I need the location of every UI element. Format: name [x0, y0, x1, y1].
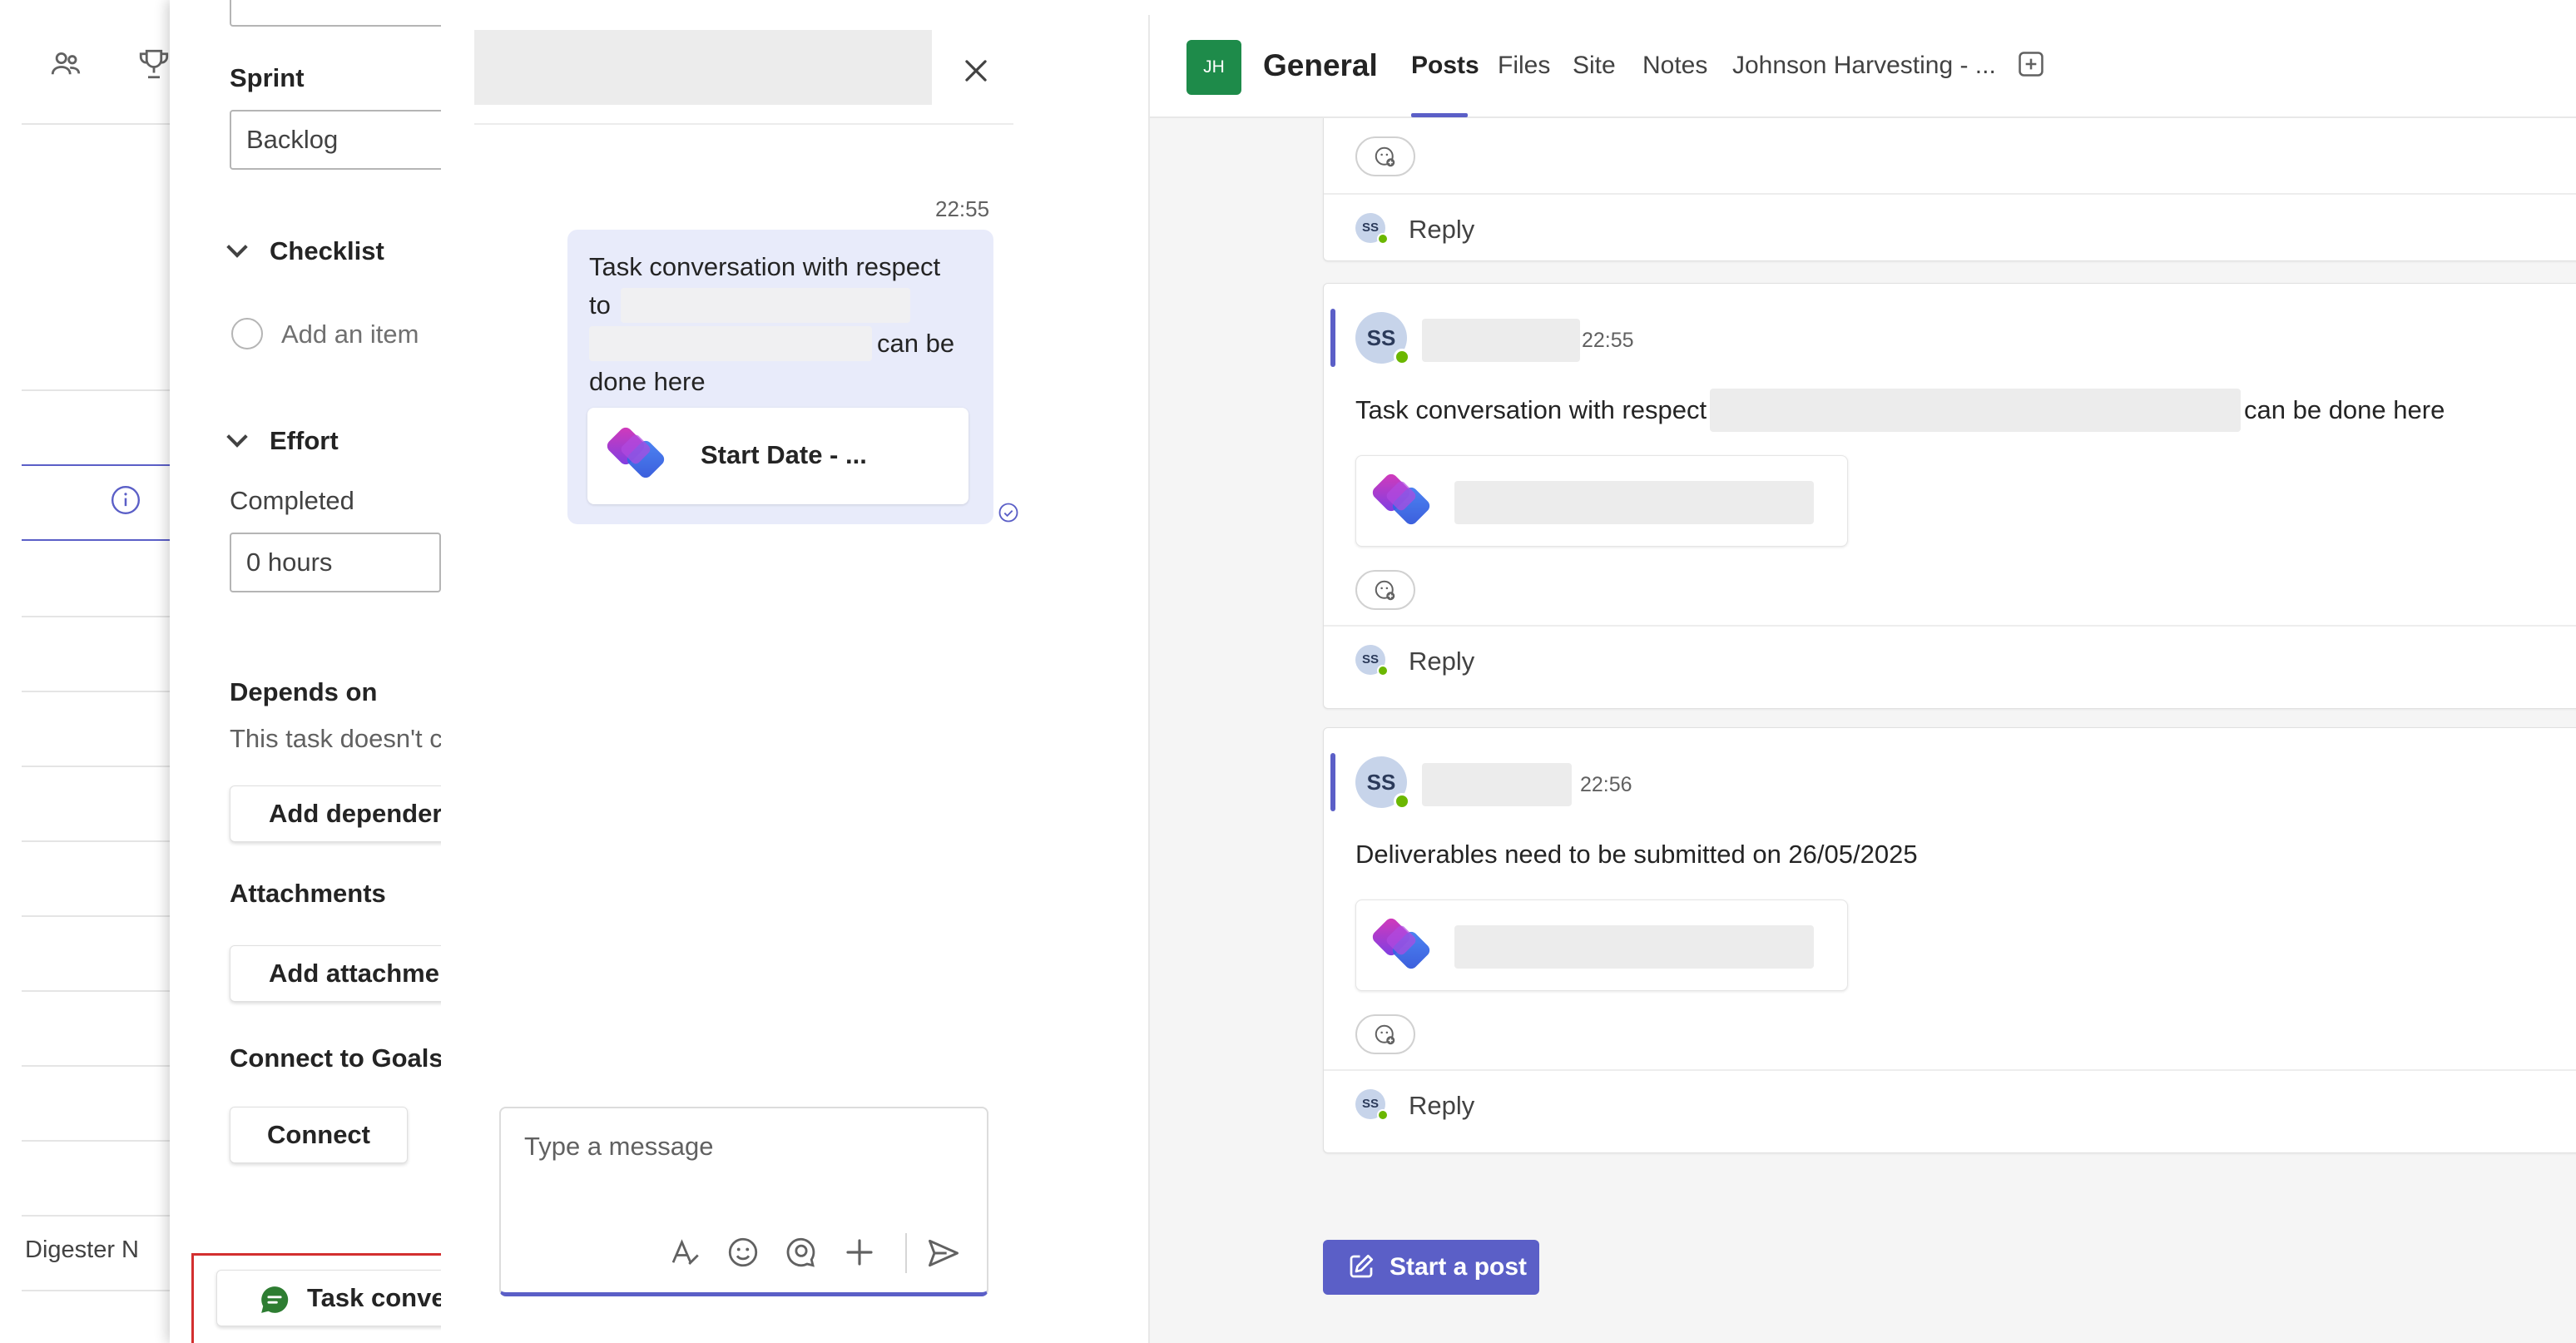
loop-card[interactable]	[1355, 455, 1848, 547]
avatar: SS	[1355, 213, 1389, 245]
chat-title-redacted	[474, 30, 932, 105]
loop-icon	[1372, 918, 1430, 969]
avatar[interactable]: SS	[1355, 756, 1410, 810]
connect-button[interactable]: Connect	[230, 1107, 408, 1163]
sticker-icon[interactable]	[784, 1235, 819, 1270]
task-chat-panel: 22:55 Task conversation with respect to …	[441, 0, 1023, 1343]
add-item-input[interactable]: Add an item	[281, 320, 419, 349]
depends-on-label: Depends on	[230, 677, 378, 706]
bubble-line-2: to	[589, 290, 611, 320]
tab-posts[interactable]: Posts	[1411, 52, 1479, 80]
attachments-label: Attachments	[230, 879, 386, 908]
digester-text: Digester N	[25, 1236, 139, 1263]
top-field-remnant	[230, 0, 441, 27]
seen-icon	[998, 503, 1018, 523]
chevron-down-icon	[226, 426, 248, 448]
loop-icon	[607, 427, 665, 478]
thread-post-2: SS 22:56 Deliverables need to be submitt…	[1323, 727, 2576, 1153]
message-compose-box[interactable]: Type a message	[499, 1107, 988, 1296]
thread-post-1: SS 22:55 Task conversation with respect …	[1323, 283, 2576, 709]
team-avatar[interactable]: JH	[1186, 40, 1241, 95]
add-reaction-button[interactable]	[1355, 1014, 1415, 1054]
reply-button[interactable]: Reply	[1409, 1091, 1474, 1121]
task-details-panel: Sprint Backlog Checklist Add an item Eff…	[170, 0, 441, 1343]
add-reaction-button[interactable]	[1355, 136, 1415, 176]
add-tab-icon[interactable]	[2015, 48, 2047, 80]
loop-card-title: Start Date - ...	[701, 440, 867, 469]
depends-on-text: This task doesn't c	[230, 724, 441, 753]
message-input[interactable]: Type a message	[524, 1132, 713, 1162]
author-name-redacted	[1422, 763, 1572, 806]
start-post-button[interactable]: Start a post	[1323, 1240, 1539, 1295]
chat-header-divider	[474, 123, 1013, 125]
add-reaction-icon	[1375, 580, 1395, 601]
channel-header: JH General Posts Files Site Notes Johnso…	[1150, 15, 2576, 118]
sprint-field[interactable]: Backlog	[230, 110, 441, 170]
close-icon[interactable]	[960, 55, 992, 87]
effort-toggle[interactable]: Effort	[226, 426, 339, 456]
checklist-toggle[interactable]: Checklist	[226, 236, 384, 266]
emoji-icon[interactable]	[726, 1235, 760, 1270]
post-text-redacted	[1710, 389, 2241, 432]
teams-channel: JH General Posts Files Site Notes Johnso…	[1148, 15, 2576, 1343]
post-time: 22:55	[1582, 329, 1634, 352]
bubble-line-3: can be	[877, 329, 955, 358]
chevron-down-icon	[226, 236, 248, 258]
start-post-label: Start a post	[1390, 1253, 1528, 1281]
author-name-redacted	[1422, 319, 1580, 362]
compose-divider	[905, 1233, 907, 1273]
add-dependency-button[interactable]: Add depender	[230, 785, 441, 842]
loop-card[interactable]: Start Date - ...	[587, 408, 968, 504]
add-attachment-button[interactable]: Add attachme	[230, 945, 441, 1002]
tab-notes[interactable]: Notes	[1642, 52, 1707, 80]
message-time: 22:55	[935, 196, 990, 221]
sprint-label: Sprint	[230, 63, 305, 92]
reply-button[interactable]: Reply	[1409, 647, 1474, 676]
add-reaction-icon	[1375, 1024, 1395, 1045]
loop-icon	[1372, 473, 1430, 525]
connect-goals-label: Connect to Goals	[230, 1043, 441, 1073]
info-icon[interactable]	[110, 484, 141, 516]
compose-icon	[1350, 1254, 1374, 1278]
tab-files[interactable]: Files	[1498, 52, 1550, 80]
completed-hours-field[interactable]: 0 hours	[230, 533, 441, 592]
bubble-line-4: done here	[589, 367, 706, 396]
trophy-icon[interactable]	[136, 47, 171, 82]
post-text-after: can be done here	[2244, 395, 2445, 424]
loop-card[interactable]	[1355, 899, 1848, 991]
tab-site[interactable]: Site	[1573, 52, 1616, 80]
message-bubble: Task conversation with respect to can be…	[567, 230, 993, 524]
people-icon[interactable]	[48, 47, 83, 82]
bubble-redacted-1	[621, 288, 910, 323]
checklist-radio-icon[interactable]	[231, 318, 263, 349]
reply-button[interactable]: Reply	[1409, 215, 1474, 245]
channel-name: General	[1263, 48, 1378, 82]
post-text-before: Task conversation with respect to	[1355, 395, 1736, 424]
effort-label: Effort	[270, 426, 339, 455]
add-reaction-icon	[1375, 146, 1395, 167]
avatar: SS	[1355, 1089, 1389, 1121]
loop-card-title-redacted	[1454, 481, 1814, 524]
loop-card-title-redacted	[1454, 925, 1814, 969]
planner-background: Digester N	[0, 0, 171, 1343]
unread-accent	[1330, 309, 1335, 367]
active-tab-underline	[1411, 113, 1468, 117]
unread-accent	[1330, 753, 1335, 811]
avatar: SS	[1355, 645, 1389, 676]
tab-johnson-harvesting[interactable]: Johnson Harvesting - ...	[1732, 52, 1996, 80]
post-text: Deliverables need to be submitted on 26/…	[1355, 840, 1918, 869]
plus-icon[interactable]	[842, 1235, 877, 1270]
checklist-label: Checklist	[270, 236, 384, 265]
bubble-redacted-2	[589, 326, 872, 361]
avatar[interactable]: SS	[1355, 312, 1410, 365]
post-time: 22:56	[1580, 773, 1632, 796]
format-icon[interactable]	[667, 1235, 702, 1270]
thread-previous: SS Reply	[1323, 118, 2576, 261]
completed-label: Completed	[230, 486, 354, 515]
bubble-line-1: Task conversation with respect	[589, 252, 941, 281]
add-reaction-button[interactable]	[1355, 570, 1415, 610]
send-icon[interactable]	[925, 1235, 962, 1271]
